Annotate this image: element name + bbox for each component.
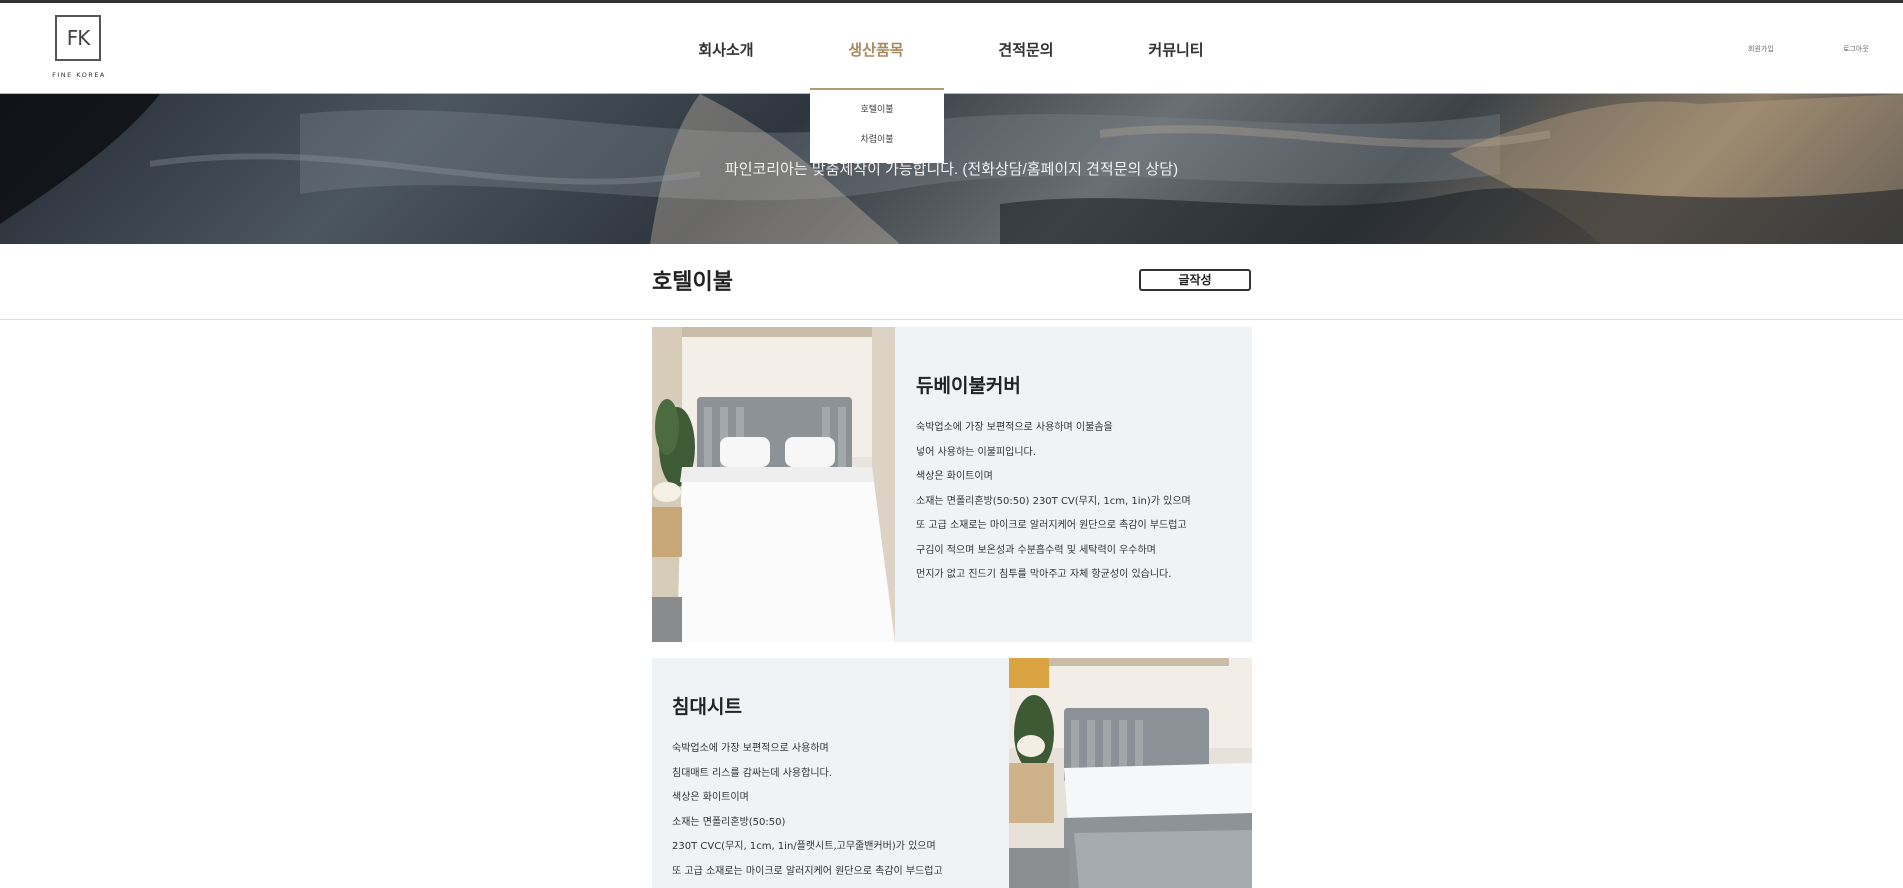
- product-desc-line: 색상은 화이트이며: [672, 792, 749, 803]
- product-photo-bed-sheet: [1009, 658, 1252, 888]
- product-desc-line: 소재는 면폴리혼방(50:50): [672, 816, 786, 828]
- page-title: 호텔이불: [652, 270, 733, 295]
- signup-link[interactable]: 회원가입: [1748, 44, 1774, 54]
- product-photo-duvet-cover: [652, 327, 895, 642]
- logo-mark: FK: [55, 15, 101, 61]
- product-text: 듀베이불커버 숙박업소에 가장 보편적으로 사용하며 이불솜을 넣어 사용하는 …: [916, 371, 1191, 588]
- product-card[interactable]: 듀베이불커버 숙박업소에 가장 보편적으로 사용하며 이불솜을 넣어 사용하는 …: [652, 327, 1252, 642]
- nav-item-community[interactable]: 커뮤니티: [1148, 39, 1203, 60]
- product-title: 듀베이불커버: [916, 375, 1021, 397]
- product-desc-line: 색상은 화이트이며: [916, 471, 993, 482]
- product-desc-line: 침대매트 리스를 감싸는데 사용합니다.: [672, 767, 832, 779]
- product-title: 침대시트: [672, 696, 742, 718]
- site-header: FK FINE KOREA 회사소개 생산품목 견적문의 커뮤니티 회원가입 로…: [0, 3, 1903, 94]
- product-desc-line: 230T CVC(무지, 1cm, 1in/플랫시트,고무줄밴커버)가 있으며: [672, 841, 936, 852]
- nav-item-quote[interactable]: 견적문의: [998, 39, 1053, 60]
- logo[interactable]: FK FINE KOREA: [51, 15, 107, 85]
- dropdown-item-comforter[interactable]: 차렵이불: [810, 132, 944, 145]
- board-title-row: 호텔이불 글작성: [0, 244, 1903, 320]
- nav-item-products[interactable]: 생산품목: [848, 39, 903, 60]
- nav-item-company[interactable]: 회사소개: [698, 39, 753, 60]
- logout-link[interactable]: 로그아웃: [1843, 44, 1869, 54]
- dropdown-item-hotel-duvet[interactable]: 호텔이불: [810, 102, 944, 115]
- product-card[interactable]: 침대시트 숙박업소에 가장 보편적으로 사용하며 침대매트 리스를 감싸는데 사…: [652, 658, 1252, 888]
- hero-banner: 파인코리아는 맞춤제작이 가능합니다. (전화상담/홈페이지 견적문의 상담): [0, 94, 1903, 244]
- product-desc-line: 먼지가 없고 진드기 침투를 막아주고 자체 항균성이 있습니다.: [916, 569, 1172, 580]
- product-desc-line: 숙박업소에 가장 보편적으로 사용하며: [672, 743, 829, 754]
- product-desc-line: 또 고급 소재로는 마이크로 알러지케어 원단으로 촉감이 부드럽고: [672, 865, 943, 877]
- product-desc-line: 넣어 사용하는 이불피입니다.: [916, 446, 1036, 458]
- products-dropdown: 호텔이불 차렵이불: [810, 88, 944, 163]
- product-desc-line: 구김이 적으며 보온성과 수분흡수력 및 세탁력이 우수하며: [916, 544, 1156, 556]
- banner-text: 파인코리아는 맞춤제작이 가능합니다. (전화상담/홈페이지 견적문의 상담): [724, 161, 1179, 178]
- write-post-button[interactable]: 글작성: [1139, 269, 1251, 291]
- product-desc-line: 소재는 면폴리혼방(50:50) 230T CV(무지, 1cm, 1in)가 …: [916, 495, 1191, 507]
- product-desc-line: 또 고급 소재로는 마이크로 알러지케어 원단으로 촉감이 부드럽고: [916, 520, 1187, 531]
- logo-subtitle: FINE KOREA: [52, 71, 106, 79]
- product-desc-line: 숙박업소에 가장 보편적으로 사용하며 이불솜을: [916, 422, 1113, 433]
- product-text: 침대시트 숙박업소에 가장 보편적으로 사용하며 침대매트 리스를 감싸는데 사…: [672, 692, 943, 884]
